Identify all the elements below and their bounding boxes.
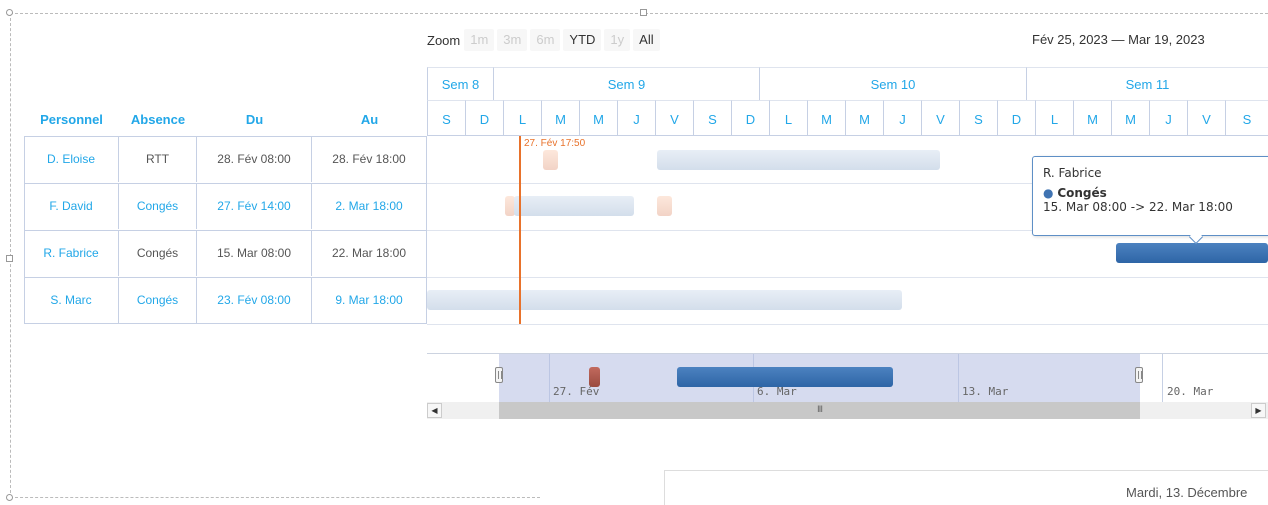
zoom-1m-button[interactable]: 1m (464, 29, 495, 51)
series-dot-icon: ● (1043, 186, 1054, 200)
week-header: Sem 9 (493, 67, 759, 100)
bar-tooltip: R. Fabrice ● Congés 15. Mar 08:00 -> 22.… (1032, 156, 1268, 236)
day-header: M (541, 100, 579, 136)
week-header: Sem 10 (759, 67, 1026, 100)
navigator-tick (1162, 354, 1163, 402)
row-separator (427, 324, 1268, 325)
cell-du[interactable]: 15. Mar 08:00 (197, 230, 312, 276)
navigator-series-mark (677, 367, 893, 387)
cell-personnel[interactable]: D. Eloise (24, 136, 119, 182)
tooltip-type: Congés (1057, 186, 1107, 200)
day-header: D (465, 100, 503, 136)
zoom-1y-button[interactable]: 1y (604, 29, 631, 51)
selection-frame-top (10, 13, 1268, 14)
tooltip-range: 15. Mar 08:00 -> 22. Mar 18:00 (1043, 200, 1233, 214)
time-header-border (427, 135, 1268, 136)
current-time-label: 27. Fév 17:50 (524, 138, 586, 149)
cell-au[interactable]: 2. Mar 18:00 (312, 183, 427, 229)
column-header-au: Au (360, 112, 379, 127)
day-header: L (503, 100, 541, 136)
scrollbar-thumb[interactable]: III (499, 402, 1140, 419)
cell-absence[interactable]: Congés (119, 183, 197, 229)
zoom-ytd-button[interactable]: YTD (563, 29, 602, 51)
resize-handle[interactable] (640, 9, 647, 16)
calendar-date: Mardi, 13. Décembre (1126, 485, 1248, 500)
column-header-du: Du (245, 112, 264, 127)
scroll-right-icon[interactable]: ▶ (1251, 403, 1266, 418)
current-time-line (519, 136, 521, 324)
day-header: S (1225, 100, 1268, 136)
zoom-label: Zoom (427, 32, 461, 48)
absence-bar[interactable] (657, 196, 672, 216)
cell-absence[interactable]: Congés (119, 230, 197, 276)
cell-au[interactable]: 28. Fév 18:00 (312, 136, 427, 182)
day-header: S (959, 100, 997, 136)
absence-bar[interactable] (514, 196, 634, 216)
cell-personnel[interactable]: S. Marc (24, 277, 119, 323)
navigator-label: 6. Mar (757, 385, 797, 398)
navigator-label: 20. Mar (1167, 385, 1214, 398)
week-header: Sem 8 (427, 67, 493, 100)
cell-absence[interactable]: RTT (119, 136, 197, 182)
cell-du[interactable]: 28. Fév 08:00 (197, 136, 312, 182)
date-range-display: Fév 25, 2023 — Mar 19, 2023 (1032, 32, 1205, 47)
day-header: S (427, 100, 465, 136)
zoom-6m-button[interactable]: 6m (530, 29, 561, 51)
day-header: S (693, 100, 731, 136)
cell-absence[interactable]: Congés (119, 277, 197, 323)
absence-bar-rtt[interactable] (543, 150, 558, 170)
navigator-left-handle[interactable] (495, 367, 503, 383)
day-header: V (1187, 100, 1225, 136)
cell-au[interactable]: 22. Mar 18:00 (312, 230, 427, 276)
zoom-3m-button[interactable]: 3m (497, 29, 528, 51)
resize-handle[interactable] (6, 255, 13, 262)
day-header: M (1073, 100, 1111, 136)
day-header: D (731, 100, 769, 136)
selection-frame-bottom (10, 497, 540, 498)
resize-handle[interactable] (6, 9, 13, 16)
navigator-label: 13. Mar (962, 385, 1009, 398)
column-header-personnel: Personnel (40, 112, 103, 127)
day-header: V (921, 100, 959, 136)
cell-du[interactable]: 23. Fév 08:00 (197, 277, 312, 323)
day-header: L (1035, 100, 1073, 136)
scroll-left-icon[interactable]: ◀ (427, 403, 442, 418)
navigator-series-mark (589, 367, 600, 387)
tooltip-name: R. Fabrice (1043, 166, 1102, 180)
navigator[interactable]: 27. Fév 6. Mar 13. Mar 20. Mar III ◀ ▶ (427, 353, 1268, 419)
day-header: M (579, 100, 617, 136)
day-header: M (807, 100, 845, 136)
absence-bar[interactable] (657, 150, 940, 170)
day-header: D (997, 100, 1035, 136)
day-header: M (845, 100, 883, 136)
day-header: J (883, 100, 921, 136)
zoom-toolbar: Zoom 1m 3m 6m YTD 1y All (427, 28, 663, 52)
cell-personnel[interactable]: R. Fabrice (24, 230, 119, 276)
cell-personnel[interactable]: F. David (24, 183, 119, 229)
week-header: Sem 11 (1026, 67, 1268, 100)
absence-bar[interactable] (427, 290, 902, 310)
column-header-absence: Absence (130, 112, 186, 127)
cell-au[interactable]: 9. Mar 18:00 (312, 277, 427, 323)
day-header: M (1111, 100, 1149, 136)
absence-bar-selected[interactable] (1116, 243, 1268, 263)
day-header: J (1149, 100, 1187, 136)
navigator-right-handle[interactable] (1135, 367, 1143, 383)
day-header: L (769, 100, 807, 136)
cell-du[interactable]: 27. Fév 14:00 (197, 183, 312, 229)
row-separator (427, 277, 1268, 278)
day-header: V (655, 100, 693, 136)
navigator-label: 27. Fév (553, 385, 600, 398)
resize-handle[interactable] (6, 494, 13, 501)
day-header: J (617, 100, 655, 136)
zoom-all-button[interactable]: All (633, 29, 660, 51)
